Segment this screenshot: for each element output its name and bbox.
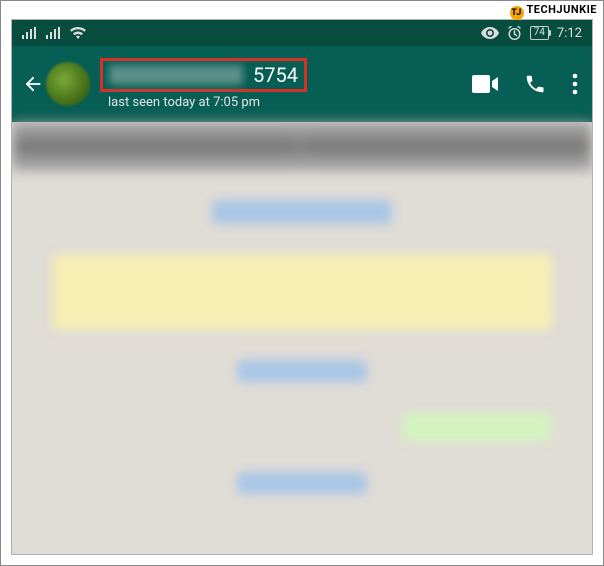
encryption-notice (52, 254, 552, 330)
contact-number-visible: 5754 (253, 63, 298, 87)
status-bar: 74 7:12 (12, 20, 592, 46)
signal-2-icon (46, 27, 60, 39)
signal-1-icon (22, 27, 36, 39)
date-chip (212, 200, 392, 224)
status-time: 7:12 (557, 26, 582, 41)
watermark: TJ TECHJUNKIE (510, 3, 597, 20)
redacted-number-part (109, 65, 243, 85)
alarm-icon (507, 26, 522, 41)
blurred-banner (12, 122, 592, 170)
more-options-icon[interactable] (572, 73, 578, 95)
date-chip (237, 360, 367, 382)
voice-call-icon[interactable] (524, 73, 546, 95)
contact-number-highlight: 5754 (100, 58, 307, 92)
watermark-badge-icon: TJ (510, 6, 524, 20)
eye-icon (481, 27, 499, 39)
watermark-text: TECHJUNKIE (526, 3, 597, 16)
wifi-icon (70, 27, 86, 39)
contact-avatar[interactable] (46, 62, 90, 106)
contact-info[interactable]: 5754 last seen today at 7:05 pm (100, 58, 472, 110)
video-call-icon[interactable] (472, 75, 498, 93)
outgoing-message[interactable] (402, 412, 552, 442)
date-chip (237, 472, 367, 494)
chat-header: 5754 last seen today at 7:05 pm (12, 46, 592, 122)
last-seen-text: last seen today at 7:05 pm (108, 95, 472, 110)
battery-icon: 74 (530, 26, 549, 40)
app-screen: 74 7:12 5754 last seen today at 7:05 pm (11, 19, 593, 555)
chat-area[interactable] (12, 170, 592, 524)
back-icon[interactable] (22, 73, 44, 95)
